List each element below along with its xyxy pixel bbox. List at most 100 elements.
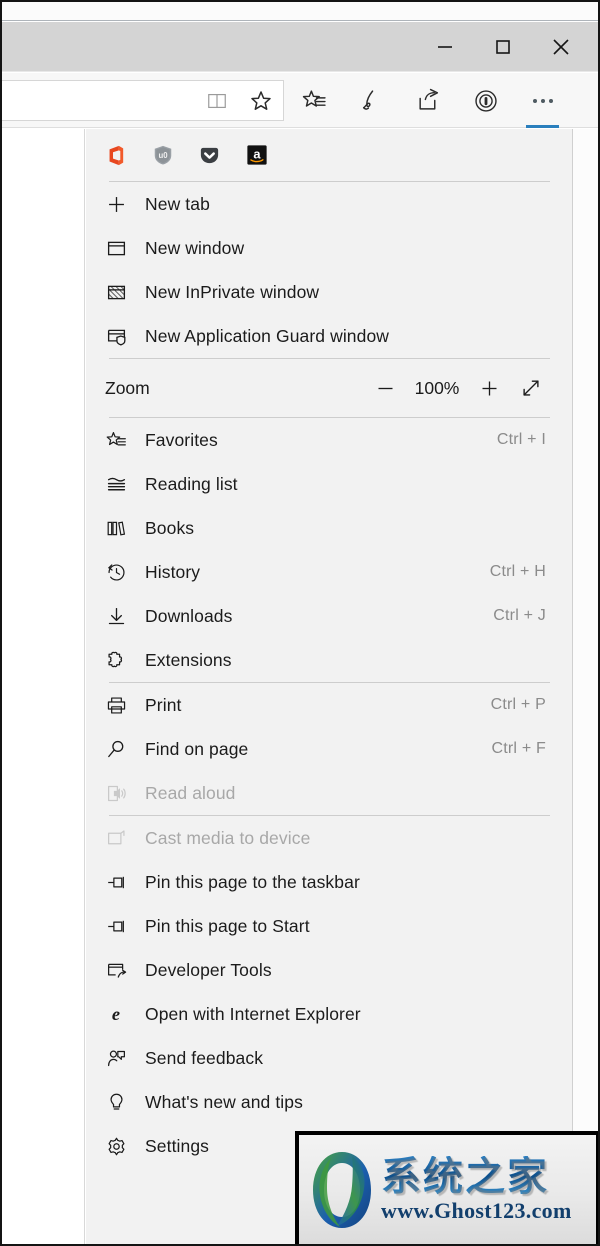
menu-item-pin-to-taskbar[interactable]: Pin this page to the taskbar: [86, 860, 572, 904]
ellipsis-dots: [533, 99, 553, 103]
ublock-origin-extension-icon[interactable]: u0: [150, 143, 175, 168]
lightbulb-icon: [105, 1091, 127, 1113]
gear-icon: [105, 1135, 127, 1157]
menu-item-favorites[interactable]: Favorites Ctrl + I: [86, 418, 572, 462]
zoom-label: Zoom: [105, 378, 364, 399]
favorites-star-list-icon: [105, 429, 127, 451]
menu-item-pin-to-start[interactable]: Pin this page to Start: [86, 904, 572, 948]
menu-item-new-inprivate-window[interactable]: New InPrivate window: [86, 270, 572, 314]
menu-item-label: Books: [145, 518, 546, 539]
window-top-strip: [2, 2, 598, 21]
menu-item-label: Find on page: [145, 739, 492, 760]
more-settings-icon[interactable]: [514, 80, 571, 121]
menu-item-label: Favorites: [145, 430, 497, 451]
menu-item-whats-new-and-tips[interactable]: What's new and tips: [86, 1080, 572, 1124]
address-bar[interactable]: [0, 80, 284, 121]
menu-item-new-window[interactable]: New window: [86, 226, 572, 270]
menu-item-label: Downloads: [145, 606, 493, 627]
menu-item-print[interactable]: Print Ctrl + P: [86, 683, 572, 727]
menu-item-history[interactable]: History Ctrl + H: [86, 550, 572, 594]
fullscreen-arrows-icon[interactable]: [510, 368, 552, 408]
menu-item-label: New InPrivate window: [145, 282, 546, 303]
books-icon: [105, 517, 127, 539]
menu-item-find-on-page[interactable]: Find on page Ctrl + F: [86, 727, 572, 771]
menu-item-label: Extensions: [145, 650, 546, 671]
watermark-logo-icon: [305, 1146, 379, 1234]
menu-item-label: Pin this page to the taskbar: [145, 872, 546, 893]
menu-item-new-application-guard-window[interactable]: New Application Guard window: [86, 314, 572, 358]
menu-item-developer-tools[interactable]: Developer Tools: [86, 948, 572, 992]
menu-item-read-aloud: Read aloud: [86, 771, 572, 815]
pocket-extension-icon[interactable]: [197, 143, 222, 168]
inprivate-window-icon: [105, 281, 127, 303]
toolbar-action-icons: [286, 80, 571, 121]
application-guard-window-icon: [105, 325, 127, 347]
reading-view-icon[interactable]: [195, 81, 239, 121]
zoom-in-button[interactable]: [468, 368, 510, 408]
share-icon[interactable]: [400, 80, 457, 121]
browser-toolbar: [2, 73, 598, 128]
menu-item-label: Developer Tools: [145, 960, 546, 981]
menu-item-shortcut: Ctrl + F: [492, 740, 547, 758]
watermark-overlay: 系统之家 www.Ghost123.com: [295, 1131, 600, 1246]
browser-window: u0 a New tab: [0, 0, 600, 1246]
menu-item-label: New tab: [145, 194, 546, 215]
watermark-url: www.Ghost123.com: [381, 1199, 596, 1223]
read-aloud-speaker-icon: [105, 782, 127, 804]
web-note-pen-icon[interactable]: [343, 80, 400, 121]
pin-icon: [105, 915, 127, 937]
downloads-arrow-icon: [105, 605, 127, 627]
menu-item-shortcut: Ctrl + J: [493, 607, 546, 625]
svg-text:e: e: [112, 1004, 120, 1024]
menu-item-label: New window: [145, 238, 546, 259]
send-feedback-icon: [105, 1047, 127, 1069]
menu-item-label: Read aloud: [145, 783, 546, 804]
menu-right-gutter: [573, 129, 600, 1244]
watermark-title: 系统之家: [381, 1156, 596, 1198]
window-icon: [105, 237, 127, 259]
svg-text:u0: u0: [158, 151, 168, 160]
menu-item-send-feedback[interactable]: Send feedback: [86, 1036, 572, 1080]
svg-text:a: a: [253, 146, 261, 161]
search-magnifier-icon: [105, 738, 127, 760]
menu-item-label: Cast media to device: [145, 828, 546, 849]
minimize-button[interactable]: [416, 22, 474, 72]
amazon-extension-icon[interactable]: a: [244, 143, 269, 168]
extensions-row: u0 a: [86, 129, 572, 181]
menu-item-label: History: [145, 562, 490, 583]
edge-settings-menu: u0 a New tab: [86, 129, 573, 1244]
zoom-controls: 100%: [364, 368, 552, 408]
menu-item-label: Pin this page to Start: [145, 916, 546, 937]
menu-item-open-with-internet-explorer[interactable]: e Open with Internet Explorer: [86, 992, 572, 1036]
menu-item-shortcut: Ctrl + I: [497, 431, 546, 449]
menu-item-reading-list[interactable]: Reading list: [86, 462, 572, 506]
printer-icon: [105, 694, 127, 716]
menu-item-label: What's new and tips: [145, 1092, 546, 1113]
internet-explorer-icon: e: [105, 1003, 127, 1025]
menu-item-shortcut: Ctrl + H: [490, 563, 546, 581]
hub-favorites-icon[interactable]: [286, 80, 343, 121]
history-clock-icon: [105, 561, 127, 583]
menu-item-label: Send feedback: [145, 1048, 546, 1069]
watermark-text: 系统之家 www.Ghost123.com: [381, 1156, 596, 1223]
watermark-inner: 系统之家 www.Ghost123.com: [299, 1135, 596, 1244]
pin-icon: [105, 871, 127, 893]
menu-item-label: New Application Guard window: [145, 326, 546, 347]
menu-item-extensions[interactable]: Extensions: [86, 638, 572, 682]
menu-item-new-tab[interactable]: New tab: [86, 182, 572, 226]
menu-item-downloads[interactable]: Downloads Ctrl + J: [86, 594, 572, 638]
zoom-out-button[interactable]: [364, 368, 406, 408]
reading-list-icon: [105, 473, 127, 495]
menu-item-books[interactable]: Books: [86, 506, 572, 550]
office-extension-icon[interactable]: [103, 143, 128, 168]
window-controls: [416, 22, 590, 72]
favorite-star-icon[interactable]: [239, 81, 283, 121]
menu-item-shortcut: Ctrl + P: [491, 696, 546, 714]
zoom-control-row: Zoom 100%: [86, 359, 572, 417]
maximize-button[interactable]: [474, 22, 532, 72]
close-button[interactable]: [532, 22, 590, 72]
developer-tools-icon: [105, 959, 127, 981]
account-icon[interactable]: [457, 80, 514, 121]
menu-item-label: Open with Internet Explorer: [145, 1004, 546, 1025]
plus-icon: [105, 193, 127, 215]
